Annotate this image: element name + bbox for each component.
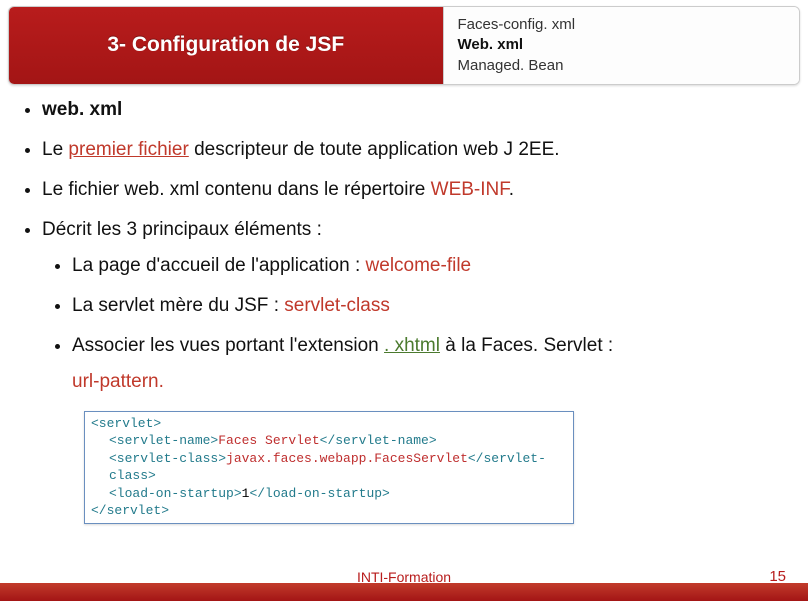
- snippet-line-3: <servlet-class>javax.faces.webapp.FacesS…: [91, 450, 567, 485]
- bullet-webxml: web. xml: [42, 99, 784, 121]
- snippet-line-1: <servlet>: [91, 415, 567, 433]
- b2-part-c: descripteur de toute application web J 2…: [189, 139, 560, 160]
- s3-part-d: url-pattern.: [72, 371, 164, 392]
- sn4a: <load-on-startup>: [109, 486, 242, 501]
- b3-part-b: WEB-INF: [431, 179, 509, 200]
- sub-welcome-file: La page d'accueil de l'application : wel…: [72, 255, 784, 277]
- sn3a: <servlet-class>: [109, 451, 226, 466]
- sub-servlet-class: La servlet mère du JSF : servlet-class: [72, 295, 784, 317]
- s3-part-b: . xhtml: [384, 335, 440, 356]
- s2-part-a: La servlet mère du JSF :: [72, 295, 284, 316]
- s3-part-c: à la Faces. Servlet :: [440, 335, 613, 356]
- sn5: </servlet>: [91, 503, 169, 518]
- bullet-webinf: Le fichier web. xml contenu dans le répe…: [42, 179, 784, 201]
- snippet-line-4: <load-on-startup>1</load-on-startup>: [91, 485, 567, 503]
- slide-header: 3- Configuration de JSF Faces-config. xm…: [8, 6, 800, 85]
- bullet-premier-fichier: Le premier fichier descripteur de toute …: [42, 139, 784, 161]
- b2-part-a: Le: [42, 139, 68, 160]
- bullet-decrit: Décrit les 3 principaux éléments : La pa…: [42, 219, 784, 393]
- s1-part-a: La page d'accueil de l'application :: [72, 255, 366, 276]
- slide-content: web. xml Le premier fichier descripteur …: [0, 85, 808, 524]
- header-right-line1: Faces-config. xml: [458, 15, 786, 35]
- b3-part-a: Le fichier web. xml contenu dans le répe…: [42, 179, 431, 200]
- snippet-line-2: <servlet-name>Faces Servlet</servlet-nam…: [91, 432, 567, 450]
- sub-url-pattern: Associer les vues portant l'extension . …: [72, 335, 784, 393]
- code-snippet: <servlet> <servlet-name>Faces Servlet</s…: [84, 411, 574, 524]
- sn2c: </servlet-name>: [320, 433, 437, 448]
- sn3b: javax.faces.webapp.FacesServlet: [226, 451, 468, 466]
- snippet-line-5: </servlet>: [91, 502, 567, 520]
- bullet-webxml-text: web. xml: [42, 99, 122, 120]
- s3-part-a: Associer les vues portant l'extension: [72, 335, 384, 356]
- b4-text: Décrit les 3 principaux éléments :: [42, 219, 322, 240]
- b2-part-b: premier fichier: [68, 139, 188, 160]
- footer-bar: [0, 583, 808, 601]
- sn1: <servlet>: [91, 416, 161, 431]
- sn2a: <servlet-name>: [109, 433, 218, 448]
- header-right-box: Faces-config. xml Web. xml Managed. Bean: [444, 7, 800, 84]
- sn2b: Faces Servlet: [218, 433, 319, 448]
- s2-part-b: servlet-class: [284, 295, 390, 316]
- s1-part-b: welcome-file: [366, 255, 472, 276]
- b3-part-c: .: [509, 179, 514, 200]
- header-right-line3: Managed. Bean: [458, 56, 786, 76]
- header-right-line2: Web. xml: [458, 35, 786, 55]
- sub-bullet-list: La page d'accueil de l'application : wel…: [42, 255, 784, 393]
- slide-title-box: 3- Configuration de JSF: [9, 7, 444, 84]
- slide-title: 3- Configuration de JSF: [107, 33, 344, 57]
- bullet-list: web. xml Le premier fichier descripteur …: [24, 99, 784, 393]
- sn4c: </load-on-startup>: [249, 486, 389, 501]
